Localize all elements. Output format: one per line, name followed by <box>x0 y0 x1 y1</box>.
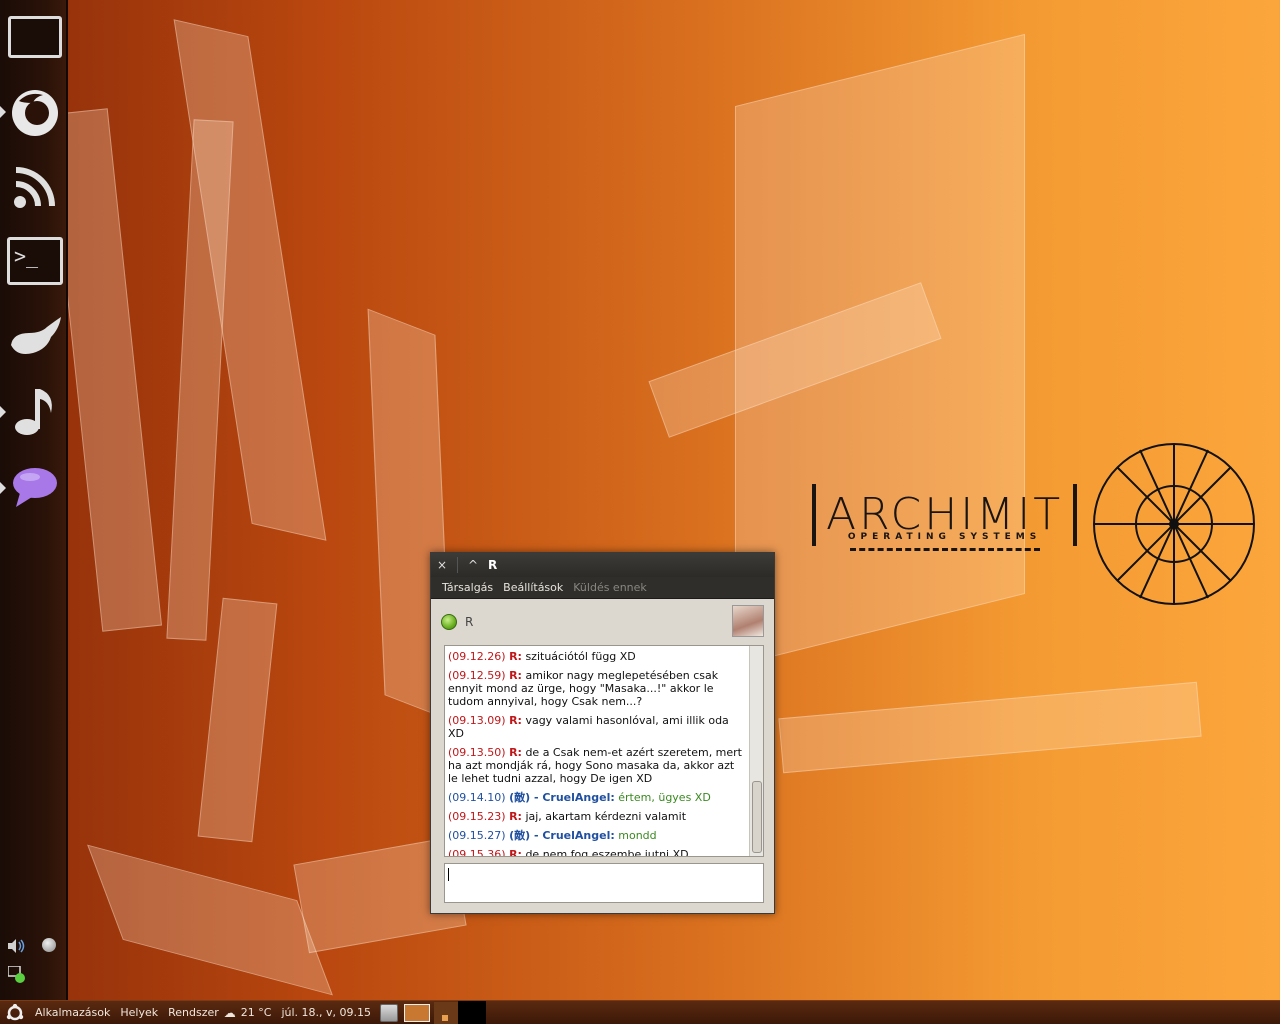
window-title: R <box>488 558 498 572</box>
dock-item-rss[interactable] <box>6 156 64 218</box>
message-timestamp: (09.15.36) <box>448 848 506 857</box>
dock-item-window[interactable] <box>6 6 64 68</box>
dock-item-terminal[interactable]: >_ <box>6 230 64 292</box>
menu-system[interactable]: Rendszer <box>163 1006 224 1019</box>
message-timestamp: (09.13.50) <box>448 746 506 759</box>
message-sender: R: <box>509 848 522 857</box>
message-sender: R: <box>509 810 522 823</box>
message-history[interactable]: (09.12.26) R: szituációtól függ XD (09.12… <box>444 645 764 857</box>
dock-item-chat[interactable] <box>6 456 64 518</box>
contact-name: R <box>465 615 474 629</box>
message-sender: R: <box>509 650 522 663</box>
scrollbar[interactable] <box>749 646 763 856</box>
rss-feed-icon <box>14 167 55 208</box>
chat-menubar: Társalgás Beállítások Küldés ennek <box>431 577 774 599</box>
message-text: szituációtól függ XD <box>525 650 636 663</box>
dock-item-firefox[interactable] <box>6 82 64 144</box>
contact-header: R <box>431 599 774 645</box>
chat-message: (09.15.27) (敵) - CruelAngel: mondd <box>448 829 745 842</box>
menu-conversation[interactable]: Társalgás <box>437 581 498 594</box>
close-button[interactable]: × <box>431 554 453 576</box>
logo-subtitle: OPERATING SYSTEMS <box>847 532 1042 542</box>
weather-icon: ☁ <box>223 1005 236 1020</box>
wheel-logo-icon <box>1093 443 1255 605</box>
message-timestamp: (09.12.59) <box>448 669 506 682</box>
message-sender: (敵) - CruelAngel: <box>509 791 615 804</box>
ubuntu-logo-icon[interactable] <box>6 1003 24 1022</box>
chat-message: (09.14.10) (敵) - CruelAngel: értem, ügye… <box>448 791 745 804</box>
message-timestamp: (09.12.26) <box>448 650 506 663</box>
taskbar-window-chat[interactable] <box>404 1003 431 1022</box>
chat-message: (09.13.09) R: vagy valami hasonlóval, am… <box>448 714 745 740</box>
music-note-icon <box>15 389 52 435</box>
message-text: de nem fog eszembe jutni XD <box>525 848 689 857</box>
menu-send-to[interactable]: Küldés ennek <box>568 581 652 594</box>
weather-temperature[interactable]: 21 °C <box>236 1006 277 1019</box>
network-icon[interactable] <box>7 965 26 984</box>
launcher-dock: >_ <box>0 0 68 1000</box>
message-timestamp: (09.15.27) <box>448 829 506 842</box>
avatar[interactable] <box>732 605 764 637</box>
gimp-icon <box>11 317 61 354</box>
online-status-icon <box>441 614 457 630</box>
dock-item-gimp[interactable] <box>6 306 64 368</box>
bottom-panel: Alkalmazások Helyek Rendszer ☁ 21 °C júl… <box>0 1000 1280 1024</box>
message-timestamp: (09.14.10) <box>448 791 506 804</box>
window-icon <box>8 16 62 58</box>
message-timestamp: (09.15.23) <box>448 810 506 823</box>
message-sender: R: <box>509 714 522 727</box>
chat-titlebar[interactable]: × ^ R <box>431 553 774 577</box>
power-icon[interactable] <box>42 938 56 952</box>
message-sender: R: <box>509 669 522 682</box>
message-text: értem, ügyes XD <box>618 791 711 804</box>
text-caret <box>448 868 449 881</box>
chat-message: (09.15.36) R: de nem fog eszembe jutni X… <box>448 848 745 857</box>
menu-applications[interactable]: Alkalmazások <box>30 1006 115 1019</box>
archimit-logo: ARCHIMIT OPERATING SYSTEMS <box>812 484 1078 551</box>
chat-message: (09.12.59) R: amikor nagy meglepetésében… <box>448 669 745 708</box>
message-timestamp: (09.13.09) <box>448 714 506 727</box>
chat-message: (09.12.26) R: szituációtól függ XD <box>448 650 745 663</box>
chat-message: (09.13.50) R: de a Csak nem-et azért sze… <box>448 746 745 785</box>
logo-dashed-line <box>849 548 1040 551</box>
volume-icon[interactable] <box>8 938 26 953</box>
message-input[interactable] <box>444 863 764 903</box>
taskbar-window[interactable] <box>434 1001 459 1024</box>
message-text: mondd <box>618 829 657 842</box>
trash-icon[interactable] <box>380 1003 399 1022</box>
chat-bubble-icon <box>13 468 57 507</box>
terminal-icon: >_ <box>7 237 63 285</box>
chat-message: (09.15.23) R: jaj, akartam kérdezni vala… <box>448 810 745 823</box>
workspace-switcher[interactable] <box>458 1000 487 1024</box>
chat-window: × ^ R Társalgás Beállítások Küldés ennek… <box>430 552 775 914</box>
menu-settings[interactable]: Beállítások <box>498 581 568 594</box>
firefox-icon <box>12 90 58 136</box>
scroll-thumb[interactable] <box>752 781 762 853</box>
collapse-button[interactable]: ^ <box>462 554 484 576</box>
dock-item-music[interactable] <box>6 380 64 442</box>
message-sender: R: <box>509 746 522 759</box>
message-text: jaj, akartam kérdezni valamit <box>525 810 687 823</box>
menu-places[interactable]: Helyek <box>115 1006 163 1019</box>
clock[interactable]: júl. 18., v, 09.15 <box>276 1006 376 1019</box>
message-sender: (敵) - CruelAngel: <box>509 829 615 842</box>
